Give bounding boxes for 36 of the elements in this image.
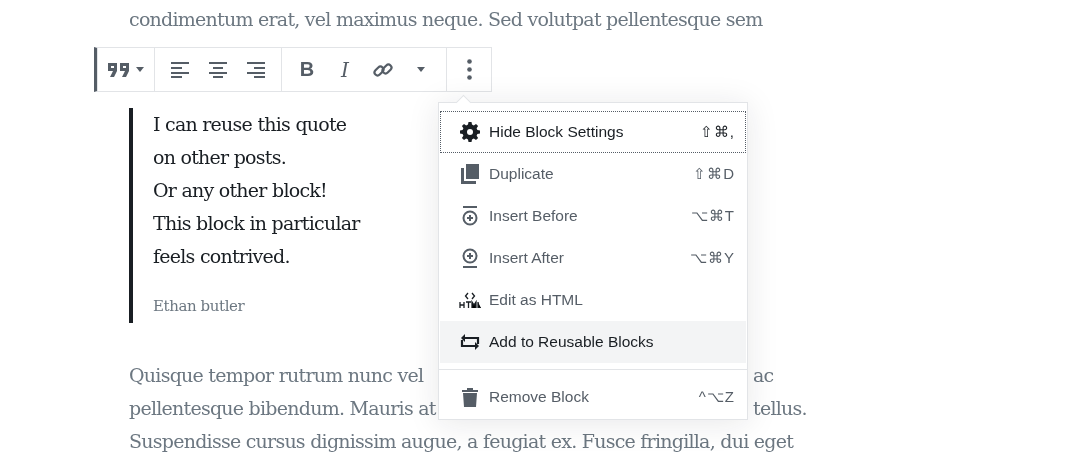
paragraph-text: Quisque tempor rutrum nunc vel <box>129 363 424 388</box>
duplicate-icon <box>461 164 479 184</box>
align-left-icon <box>171 61 189 78</box>
menu-item[interactable]: Remove Block ^⌥Z <box>440 376 746 418</box>
menu-item[interactable]: Insert After ⌥⌘Y <box>440 237 746 279</box>
italic-button[interactable]: I <box>326 48 364 91</box>
menu-item[interactable]: Add to Reusable Blocks <box>440 321 746 363</box>
keyboard-shortcut: ⇧⌘, <box>699 123 735 141</box>
bold-button[interactable]: B <box>288 48 326 91</box>
insert-after-icon <box>460 248 480 268</box>
quote-text: I can reuse this quote on other posts. Or any other block! This block in particular feels contrived. <box>153 112 362 269</box>
align-center-icon <box>209 61 227 78</box>
reusable-block-icon <box>460 333 480 351</box>
html-icon <box>459 292 481 308</box>
paragraph-text: condimentum erat, vel maximus neque. Sed volutpat pellentesque sem <box>129 7 763 32</box>
keyboard-shortcut: ^⌥Z <box>698 388 735 406</box>
keyboard-shortcut: ⇧⌘D <box>693 165 735 183</box>
quote-citation: Ethan butler <box>153 297 246 315</box>
paragraph-text: ac <box>753 363 774 388</box>
insert-before-icon <box>460 206 480 226</box>
paragraph-text: tellus. <box>753 396 807 421</box>
menu-item[interactable]: Edit as HTML <box>440 279 746 321</box>
align-right-icon <box>247 61 265 78</box>
paragraph-text: pellentesque bibendum. Mauris at <box>129 396 436 421</box>
menu-item[interactable]: Duplicate ⇧⌘D <box>440 153 746 195</box>
caret-icon <box>417 67 425 72</box>
trash-icon <box>462 387 478 407</box>
keyboard-shortcut: ⌥⌘T <box>690 207 735 225</box>
menu-item[interactable]: Insert Before ⌥⌘T <box>440 195 746 237</box>
keyboard-shortcut: ⌥⌘Y <box>690 249 735 267</box>
menu-item[interactable]: Hide Block Settings ⇧⌘, <box>440 111 746 153</box>
paragraph-text: Suspendisse cursus dignissim augue, a feugiat ex. Fusce fringilla, dui eget <box>129 430 794 452</box>
gear-icon <box>460 122 480 142</box>
more-options-icon <box>466 59 472 80</box>
quote-icon <box>108 62 130 77</box>
caret-icon <box>136 67 144 72</box>
